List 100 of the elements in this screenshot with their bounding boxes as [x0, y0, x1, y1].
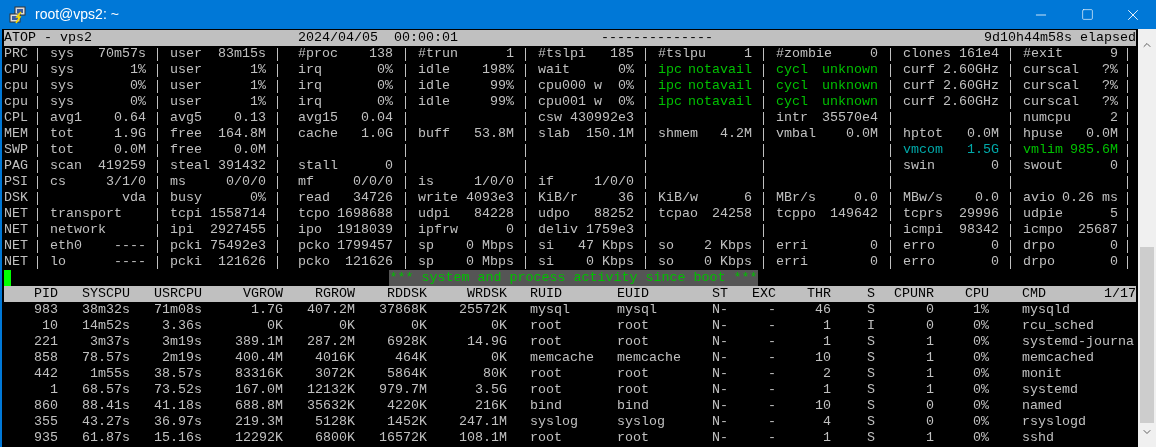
- metric-value: 0: [991, 158, 999, 174]
- metric-value: 1: [506, 46, 514, 62]
- table-cell: 37868K: [379, 302, 427, 317]
- table-cell: 216K: [475, 398, 507, 413]
- table-cell: 1: [823, 318, 831, 333]
- metric-value: 3/1/0: [106, 174, 146, 190]
- metric-value: 0%: [377, 94, 393, 110]
- metric-label: si: [538, 238, 554, 254]
- metric-label: icmpo: [1023, 222, 1063, 238]
- column-heading: RUID: [530, 286, 562, 301]
- table-cell: 0%: [973, 382, 989, 397]
- table-cell: 6800K: [315, 430, 355, 445]
- metric-label: drpo: [1023, 254, 1055, 270]
- metric-label: tcpi: [170, 206, 202, 222]
- metric-label: icmpi: [903, 222, 943, 238]
- table-cell: 1: [926, 430, 934, 445]
- metric-value: 75492e3: [210, 238, 266, 254]
- metric-value: 0 Kbps: [704, 254, 752, 270]
- metric-label: #exit: [1023, 46, 1063, 62]
- metric-value: 1/0/0: [594, 174, 634, 190]
- metric-value: ----: [114, 238, 146, 254]
- metric-label: pcki: [170, 254, 202, 270]
- row-label: DSK: [4, 190, 29, 206]
- row-label: cpu: [4, 78, 29, 94]
- metric-label: eth0: [50, 238, 82, 254]
- metric-value: 0%: [130, 94, 146, 110]
- metric-label: sys: [50, 94, 74, 110]
- metric-value: 0: [1110, 158, 1118, 174]
- metric-value: 0: [870, 238, 878, 254]
- table-cell: root: [617, 382, 649, 397]
- metric-value: notavail: [688, 62, 752, 78]
- scrollbar-thumb[interactable]: [1140, 247, 1154, 423]
- metric-label: si: [538, 254, 554, 270]
- table-cell: 0: [926, 398, 934, 413]
- table-cell: 0K: [491, 318, 507, 333]
- metric-value: 391432: [218, 158, 266, 174]
- column-heading: THR: [807, 286, 831, 301]
- metric-value: 0.0M: [114, 142, 146, 158]
- metric-value: 6: [744, 190, 752, 206]
- table-cell: 35632K: [307, 398, 355, 413]
- table-cell: rsyslogd: [1022, 414, 1086, 429]
- table-cell: 1452K: [387, 414, 427, 429]
- metric-label: avg1: [50, 110, 82, 126]
- metric-label: busy: [170, 190, 202, 206]
- metric-value: 0: [1110, 238, 1118, 254]
- table-cell: named: [1022, 398, 1062, 413]
- row-label: CPU: [4, 62, 29, 78]
- table-cell: root: [617, 334, 649, 349]
- table-cell: 464K: [395, 350, 427, 365]
- row-label: NET: [4, 238, 29, 254]
- metric-value: 34726: [353, 190, 393, 206]
- metric-value: 0: [385, 158, 393, 174]
- metric-label: free: [170, 126, 202, 142]
- column-heading: USRCPU: [154, 286, 202, 301]
- metric-label: shmem: [658, 126, 698, 142]
- metric-label: is: [418, 174, 434, 190]
- table-cell: S: [867, 334, 875, 349]
- metric-label: curscal: [1023, 94, 1079, 110]
- table-cell: rcu_sched: [1022, 318, 1094, 333]
- metric-label: udpo: [538, 206, 570, 222]
- table-cell: systemd: [1022, 382, 1078, 397]
- table-cell: 14m52s: [82, 318, 130, 333]
- row-label: CPL: [4, 110, 29, 126]
- row-label: SWP: [4, 142, 29, 158]
- metric-label: sys: [50, 46, 74, 62]
- metric-label: sys: [50, 62, 74, 78]
- metric-label: idle: [418, 78, 450, 94]
- metric-label: curscal: [1023, 78, 1079, 94]
- header-time: 00:00:01: [394, 30, 459, 46]
- column-heading: VGROW: [243, 286, 283, 301]
- metric-value: 0.26 ms: [1062, 190, 1118, 206]
- maximize-icon[interactable]: [1080, 8, 1094, 21]
- metric-value: 0%: [377, 78, 393, 94]
- column-heading: WRDSK: [467, 286, 507, 301]
- table-cell: memcached: [1022, 350, 1094, 365]
- metric-value: 0.64: [114, 110, 146, 126]
- metric-value: 25687: [1078, 222, 1118, 238]
- metric-value: 0: [870, 46, 878, 62]
- metric-label: ipc: [658, 78, 682, 94]
- metric-value: 1%: [250, 94, 266, 110]
- metric-label: MBr/s: [776, 190, 816, 206]
- table-cell: -: [768, 366, 776, 381]
- metric-label: idle: [418, 94, 450, 110]
- metric-value: 419259: [98, 158, 146, 174]
- metric-label: sys: [50, 78, 74, 94]
- metric-label: cpu001 w: [538, 94, 602, 110]
- metric-label: avg5: [170, 110, 202, 126]
- metric-value: 0/0/0: [353, 174, 393, 190]
- metric-label: user: [170, 46, 202, 62]
- metric-label: pcko: [298, 254, 330, 270]
- table-cell: 10: [815, 398, 831, 413]
- metric-label: tcpo: [298, 206, 330, 222]
- metric-value: ?%: [1102, 94, 1118, 110]
- table-cell: 3m37s: [90, 334, 130, 349]
- table-cell: N-: [712, 366, 728, 381]
- table-cell: syslog: [617, 414, 665, 429]
- table-cell: S: [867, 382, 875, 397]
- scrollbar[interactable]: [1138, 29, 1156, 447]
- metric-value: 24258: [712, 206, 752, 222]
- table-cell: 1: [926, 334, 934, 349]
